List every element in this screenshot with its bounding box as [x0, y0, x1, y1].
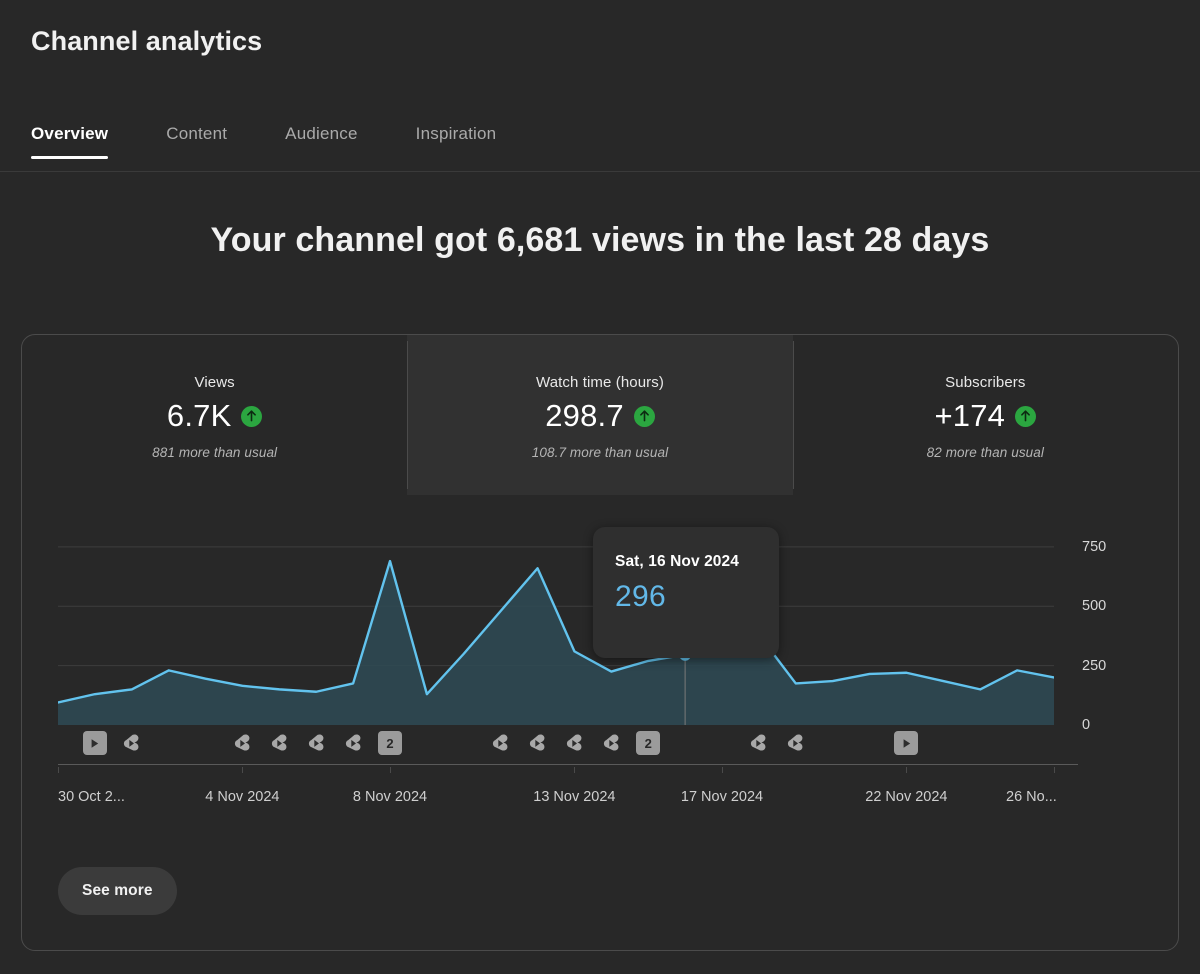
shorts-marker[interactable] — [489, 731, 513, 755]
x-axis-tick — [906, 767, 908, 773]
metric-value: 6.7K — [166, 398, 232, 433]
shorts-icon — [345, 733, 361, 751]
x-axis-tick-label: 26 No... — [1006, 789, 1057, 805]
channel-analytics-page: Channel analytics Overview Content Audienc… — [0, 0, 1200, 974]
x-axis-tick-label: 4 Nov 2024 — [205, 789, 280, 805]
chart-x-axis: 30 Oct 2... 4 Nov 2024 8 Nov 2024 13 Nov 20… — [58, 767, 1078, 805]
y-axis-tick-label: 0 — [1082, 717, 1091, 733]
shorts-marker[interactable] — [562, 731, 586, 755]
page-title: Channel analytics — [31, 26, 263, 56]
trend-up-badge — [241, 405, 263, 427]
tooltip-date: Sat, 16 Nov 2024 — [615, 553, 739, 570]
shorts-icon — [788, 733, 803, 751]
metric-label: Subscribers — [945, 374, 1026, 391]
metric-value: +174 — [934, 398, 1006, 433]
shorts-marker[interactable] — [599, 731, 623, 755]
shorts-marker[interactable] — [341, 731, 365, 755]
metric-card-views[interactable]: Views 6.7K 881 more than usual — [22, 335, 407, 495]
x-axis-tick — [722, 767, 723, 773]
shorts-marker[interactable] — [784, 731, 808, 755]
metric-value-row: +174 — [935, 398, 1037, 434]
metric-comparison-text: 881 more than usual — [152, 445, 278, 460]
x-axis-tick — [1054, 767, 1055, 773]
x-axis-tick — [390, 767, 391, 773]
shorts-icon — [124, 733, 139, 751]
shorts-icon — [566, 733, 582, 751]
trend-up-badge — [1015, 405, 1037, 427]
x-axis-tick — [574, 767, 576, 773]
arrow-up-icon — [639, 410, 649, 422]
y-axis-tick-label: 750 — [1082, 538, 1107, 555]
chart-event-markers: 22 — [58, 731, 1054, 757]
shorts-icon — [751, 733, 766, 751]
tab-inspiration[interactable]: Inspiration — [416, 110, 497, 144]
tab-overview[interactable]: Overview — [31, 110, 109, 159]
x-axis-tick-label: 30 Oct 2... — [58, 789, 125, 805]
video-marker[interactable] — [894, 731, 919, 755]
chart-x-axis-line — [58, 764, 1078, 765]
tab-label: Content — [166, 124, 228, 143]
trend-up-badge — [633, 405, 655, 427]
y-axis-tick-label: 500 — [1082, 598, 1107, 615]
overview-card: Views 6.7K 881 more than usual Watch time (… — [21, 334, 1179, 951]
shorts-marker[interactable] — [230, 731, 254, 755]
shorts-marker[interactable] — [526, 731, 550, 755]
chart-area-fill — [58, 561, 1054, 725]
x-axis-tick — [242, 767, 244, 773]
video-play-icon — [91, 738, 99, 748]
multi-upload-marker[interactable]: 2 — [636, 731, 661, 755]
tab-label: Inspiration — [415, 124, 497, 143]
tab-audience[interactable]: Audience — [285, 110, 358, 144]
video-marker[interactable] — [82, 731, 107, 755]
metric-card-subscribers[interactable]: Subscribers +174 82 more than usual — [792, 335, 1178, 495]
metric-comparison-text: 82 more than usual — [926, 445, 1044, 460]
x-axis-tick-label: 13 Nov 2024 — [533, 789, 616, 805]
shorts-marker[interactable] — [304, 731, 328, 755]
metric-label: Watch time (hours) — [536, 374, 664, 391]
see-more-button[interactable]: See more — [58, 867, 177, 915]
shorts-icon — [493, 733, 508, 751]
metric-card-watch-time-hours[interactable]: Watch time (hours) 298.7 108.7 more than u… — [407, 335, 793, 495]
analytics-tabbar: Overview Content Audience Inspiration — [0, 110, 1200, 172]
x-axis-tick-label: 22 Nov 2024 — [865, 789, 948, 805]
chart-plot[interactable] — [58, 535, 1054, 725]
multi-upload-marker[interactable]: 2 — [378, 731, 402, 755]
shorts-icon — [603, 733, 619, 751]
marker-count-label: 2 — [386, 735, 394, 751]
arrow-up-icon — [247, 410, 257, 422]
shorts-icon — [530, 733, 545, 751]
tab-label: Audience — [285, 124, 358, 143]
video-play-icon — [903, 738, 911, 748]
tab-label: Overview — [31, 124, 109, 143]
x-axis-tick-label: 17 Nov 2024 — [680, 789, 764, 805]
tab-content[interactable]: Content — [166, 110, 227, 144]
metric-comparison-text: 108.7 more than usual — [531, 445, 669, 460]
shorts-marker[interactable] — [120, 731, 144, 755]
arrow-up-icon — [1021, 410, 1031, 422]
metric-summary-row: Views 6.7K 881 more than usual Watch time (… — [22, 335, 1178, 495]
marker-count-label: 2 — [644, 735, 652, 751]
shorts-icon — [234, 733, 250, 751]
headline-summary: Your channel got 6,681 views in the last… — [210, 221, 990, 259]
metric-value: 298.7 — [545, 398, 624, 433]
tooltip-value: 296 — [615, 580, 666, 613]
metric-value-row: 298.7 — [545, 398, 655, 434]
x-axis-tick — [58, 767, 59, 773]
shorts-marker[interactable] — [267, 731, 291, 755]
shorts-marker[interactable] — [747, 731, 771, 755]
chart-tooltip: Sat, 16 Nov 2024 296 — [593, 527, 779, 658]
shorts-icon — [271, 733, 287, 751]
shorts-icon — [308, 733, 324, 751]
chart-y-axis: 0 250 500 750 — [1082, 535, 1172, 733]
metric-label: Views — [194, 374, 235, 391]
y-axis-tick-label: 250 — [1082, 657, 1107, 674]
x-axis-tick-label: 8 Nov 2024 — [352, 789, 428, 805]
metric-value-row: 6.7K — [167, 398, 263, 434]
